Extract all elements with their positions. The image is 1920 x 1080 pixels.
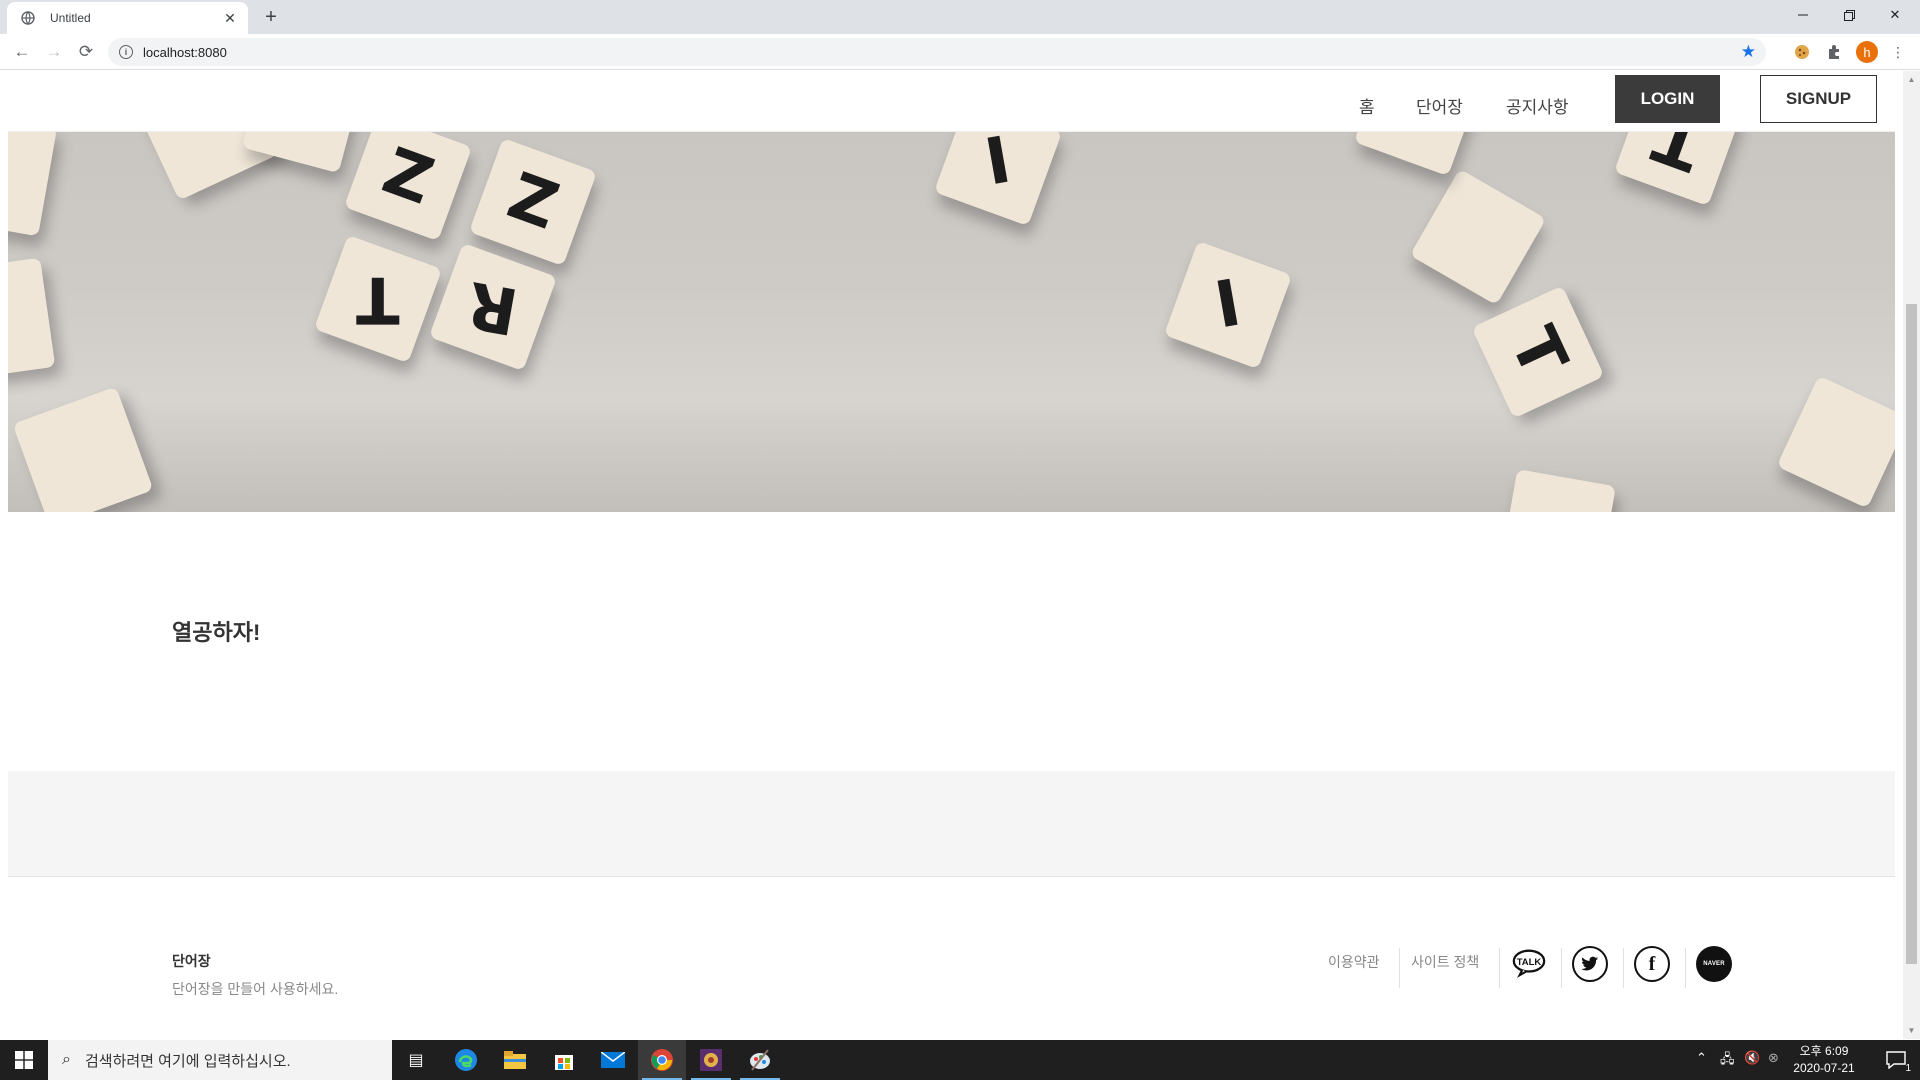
letter-tile bbox=[8, 132, 58, 237]
tile-letter: Z bbox=[498, 159, 568, 245]
footer-divider bbox=[1499, 948, 1500, 988]
windows-start-icon[interactable] bbox=[0, 1040, 48, 1080]
windows-taskbar: ⌕ 검색하려면 여기에 입력하십시오. ▤ ⌃ 🖧 🔇 ⊗ 오후 6:09 20… bbox=[0, 1040, 1920, 1080]
address-bar[interactable]: i localhost:8080 ★ bbox=[108, 38, 1766, 66]
letter-tile: Z bbox=[343, 132, 473, 242]
new-tab-button[interactable]: + bbox=[260, 6, 282, 28]
taskbar-search[interactable]: ⌕ 검색하려면 여기에 입력하십시오. bbox=[48, 1040, 392, 1080]
globe-icon bbox=[20, 10, 36, 26]
tab-close-icon[interactable]: ✕ bbox=[222, 10, 238, 26]
clock-date: 2020-07-21 bbox=[1793, 1061, 1855, 1075]
letter-tile bbox=[1353, 132, 1483, 177]
search-icon: ⌕ bbox=[62, 1051, 71, 1068]
letter-tile: I bbox=[1163, 240, 1293, 370]
bookmark-star-icon[interactable]: ★ bbox=[1741, 42, 1756, 62]
letter-tile: T bbox=[1471, 285, 1605, 419]
volume-muted-icon[interactable]: 🔇 bbox=[1744, 1050, 1760, 1066]
cookie-extension-icon[interactable] bbox=[1792, 42, 1812, 62]
network-icon[interactable]: 🖧 bbox=[1720, 1050, 1735, 1072]
footer-divider bbox=[1561, 948, 1562, 988]
scroll-down-arrow-icon[interactable]: ▼ bbox=[1903, 1022, 1920, 1039]
gray-section bbox=[8, 771, 1895, 877]
notification-center-icon[interactable]: 1 bbox=[1872, 1040, 1920, 1080]
letter-tile: R bbox=[428, 242, 558, 372]
tile-letter: T bbox=[1495, 316, 1581, 388]
minimize-icon[interactable] bbox=[1780, 0, 1826, 30]
tab-title: Untitled bbox=[50, 11, 91, 25]
url-text[interactable]: localhost:8080 bbox=[143, 45, 1741, 60]
task-view-icon[interactable]: ▤ bbox=[392, 1040, 440, 1080]
scroll-up-arrow-icon[interactable]: ▲ bbox=[1903, 71, 1920, 88]
site-header: 홈 단어장 공지사항 LOGIN SIGNUP bbox=[8, 71, 1895, 132]
file-explorer-icon[interactable] bbox=[491, 1040, 539, 1080]
tile-letter: I bbox=[1209, 266, 1247, 344]
forward-arrow-icon[interactable]: → bbox=[40, 38, 68, 66]
restore-icon[interactable] bbox=[1826, 0, 1872, 30]
nav-wordbook[interactable]: 단어장 bbox=[1416, 93, 1463, 118]
letter-tile: Z bbox=[468, 137, 598, 267]
login-button[interactable]: LOGIN bbox=[1615, 75, 1720, 123]
facebook-icon[interactable]: f bbox=[1634, 946, 1670, 982]
scrollbar-thumb[interactable] bbox=[1906, 304, 1917, 964]
page-viewport: 홈 단어장 공지사항 LOGIN SIGNUP Z Z T R I I T T … bbox=[0, 71, 1920, 1039]
footer-link-terms[interactable]: 이용약관 bbox=[1328, 952, 1380, 972]
chrome-taskbar-icon[interactable] bbox=[638, 1040, 686, 1080]
clock-time: 오후 6:09 bbox=[1799, 1044, 1849, 1058]
back-arrow-icon[interactable]: ← bbox=[8, 38, 36, 66]
letter-tile bbox=[1500, 469, 1616, 512]
letter-tile bbox=[8, 257, 56, 377]
naver-label: NAVER bbox=[1703, 961, 1725, 967]
content-title: 열공하자! bbox=[172, 620, 261, 645]
browser-tab[interactable]: Untitled ✕ bbox=[7, 2, 248, 34]
tile-letter: I bbox=[979, 132, 1017, 201]
tile-letter: R bbox=[462, 266, 524, 348]
svg-text:TALK: TALK bbox=[1517, 957, 1542, 968]
reload-icon[interactable]: ⟳ bbox=[72, 38, 100, 66]
signup-button[interactable]: SIGNUP bbox=[1760, 75, 1877, 123]
footer-divider bbox=[1623, 948, 1624, 988]
store-icon[interactable] bbox=[540, 1040, 588, 1080]
profile-avatar[interactable]: h bbox=[1856, 41, 1878, 63]
app-game-icon[interactable] bbox=[687, 1040, 735, 1080]
notification-count: 1 bbox=[1905, 1063, 1911, 1074]
kakaotalk-icon[interactable]: TALK bbox=[1511, 945, 1547, 981]
app-paint-icon[interactable] bbox=[736, 1040, 784, 1080]
nav-home[interactable]: 홈 bbox=[1359, 93, 1375, 118]
taskbar-search-placeholder[interactable]: 검색하려면 여기에 입력하십시오. bbox=[85, 1050, 291, 1071]
web-page: 홈 단어장 공지사항 LOGIN SIGNUP Z Z T R I I T T … bbox=[8, 71, 1895, 1039]
browser-toolbar: ← → ⟳ i localhost:8080 ★ h ⋮ bbox=[0, 34, 1920, 70]
edge-icon[interactable] bbox=[442, 1040, 490, 1080]
page-scrollbar[interactable]: ▲ ▼ bbox=[1903, 71, 1920, 1039]
tile-letter: T bbox=[356, 262, 400, 336]
taskbar-clock[interactable]: 오후 6:09 2020-07-21 bbox=[1788, 1043, 1860, 1077]
menu-kebab-icon[interactable]: ⋮ bbox=[1888, 42, 1908, 62]
twitter-icon[interactable] bbox=[1572, 946, 1608, 982]
window-close-icon[interactable]: ✕ bbox=[1872, 0, 1918, 30]
mail-icon[interactable] bbox=[589, 1040, 637, 1080]
footer-divider bbox=[1399, 948, 1400, 988]
tray-chevron-up-icon[interactable]: ⌃ bbox=[1696, 1050, 1707, 1066]
footer-title: 단어장 bbox=[172, 953, 211, 969]
letter-tile bbox=[1409, 168, 1547, 306]
footer-description: 단어장을 만들어 사용하세요. bbox=[172, 981, 339, 997]
naver-icon[interactable]: NAVER bbox=[1696, 946, 1732, 982]
letter-tile bbox=[12, 386, 154, 512]
hero-image: Z Z T R I I T T bbox=[8, 132, 1895, 512]
footer-link-policy[interactable]: 사이트 정책 bbox=[1411, 952, 1479, 972]
footer-divider bbox=[1685, 948, 1686, 988]
letter-tile: I bbox=[933, 132, 1063, 227]
tile-letter: T bbox=[1644, 132, 1712, 185]
info-icon[interactable]: i bbox=[119, 45, 133, 59]
letter-tile bbox=[1776, 375, 1895, 509]
nav-notice[interactable]: 공지사항 bbox=[1506, 93, 1569, 118]
tile-letter: Z bbox=[373, 134, 443, 220]
status-x-icon[interactable]: ⊗ bbox=[1768, 1050, 1779, 1066]
letter-tile: T bbox=[1613, 132, 1743, 207]
browser-tab-bar: Untitled ✕ + ✕ bbox=[0, 0, 1920, 34]
extensions-puzzle-icon[interactable] bbox=[1824, 42, 1844, 62]
letter-tile: T bbox=[313, 234, 443, 364]
